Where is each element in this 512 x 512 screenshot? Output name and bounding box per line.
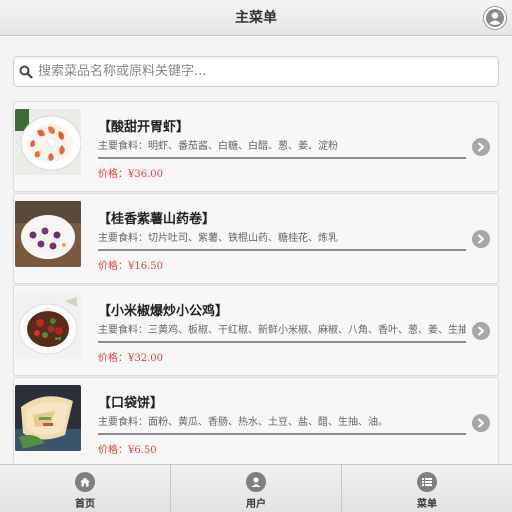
user-profile-button[interactable] [483, 6, 507, 30]
dish-price: 价格：¥16.50 [98, 261, 163, 272]
divider [98, 433, 466, 435]
chevron-right-icon[interactable] [472, 414, 490, 432]
dish-price: 价格：¥36.00 [98, 169, 163, 180]
dish-card[interactable]: 【口袋饼】 主要食料：面粉、黄瓜、香肠、热水、土豆、盐、醋、生抽、油。 价格：¥… [13, 377, 499, 468]
user-icon [246, 472, 266, 492]
page-title: 主菜单 [235, 10, 277, 26]
dish-ingredients: 主要食料：面粉、黄瓜、香肠、热水、土豆、盐、醋、生抽、油。 [98, 417, 388, 428]
tab-label: 用户 [246, 499, 266, 510]
divider [98, 157, 466, 159]
divider [98, 341, 466, 343]
dish-card[interactable]: 【小米椒爆炒小公鸡】 主要食料：三黄鸡、板椒、干红椒、新鲜小米椒、麻椒、八角、香… [13, 285, 499, 376]
dish-list: 【酸甜开胃虾】 主要食料：明虾、番茄酱、白糖、白醋、葱、姜、淀粉 价格：¥36.… [13, 101, 499, 469]
dish-ingredients: 主要食料：切片吐司、紫薯、铁棍山药、糖桂花、炼乳 [98, 233, 338, 244]
tab-home[interactable]: 首页 [0, 465, 171, 512]
dish-price: 价格：¥32.00 [98, 353, 163, 364]
search-icon [19, 65, 33, 79]
dish-photo [15, 109, 81, 175]
bottom-tab-bar: 首页 用户 菜单 [0, 464, 512, 512]
chevron-right-icon[interactable] [472, 322, 490, 340]
search-bar [13, 56, 499, 87]
dish-name: 【桂香紫薯山药卷】 [98, 212, 216, 227]
dish-photo [15, 385, 81, 451]
dish-name: 【酸甜开胃虾】 [98, 120, 190, 135]
dish-name: 【小米椒爆炒小公鸡】 [98, 304, 229, 319]
user-circle-icon [486, 9, 504, 27]
dish-photo [15, 201, 81, 267]
home-icon [75, 472, 95, 492]
divider [98, 249, 466, 251]
top-bar: 主菜单 [0, 0, 512, 36]
tab-menu[interactable]: 菜单 [342, 465, 512, 512]
dish-card[interactable]: 【酸甜开胃虾】 主要食料：明虾、番茄酱、白糖、白醋、葱、姜、淀粉 价格：¥36.… [13, 101, 499, 192]
tab-label: 菜单 [417, 499, 437, 510]
dish-card[interactable]: 【桂香紫薯山药卷】 主要食料：切片吐司、紫薯、铁棍山药、糖桂花、炼乳 价格：¥1… [13, 193, 499, 284]
tab-label: 首页 [75, 499, 95, 510]
dish-ingredients: 主要食料：三黄鸡、板椒、干红椒、新鲜小米椒、麻椒、八角、香叶、葱、姜、生抽 [98, 325, 466, 336]
tab-user[interactable]: 用户 [171, 465, 342, 512]
dish-ingredients: 主要食料：明虾、番茄酱、白糖、白醋、葱、姜、淀粉 [98, 141, 338, 152]
menu-list-icon [417, 472, 437, 492]
dish-price: 价格：¥6.50 [98, 445, 157, 456]
chevron-right-icon[interactable] [472, 230, 490, 248]
chevron-right-icon[interactable] [472, 138, 490, 156]
dish-photo [15, 293, 81, 359]
dish-name: 【口袋饼】 [98, 396, 164, 411]
search-input[interactable] [38, 64, 478, 79]
